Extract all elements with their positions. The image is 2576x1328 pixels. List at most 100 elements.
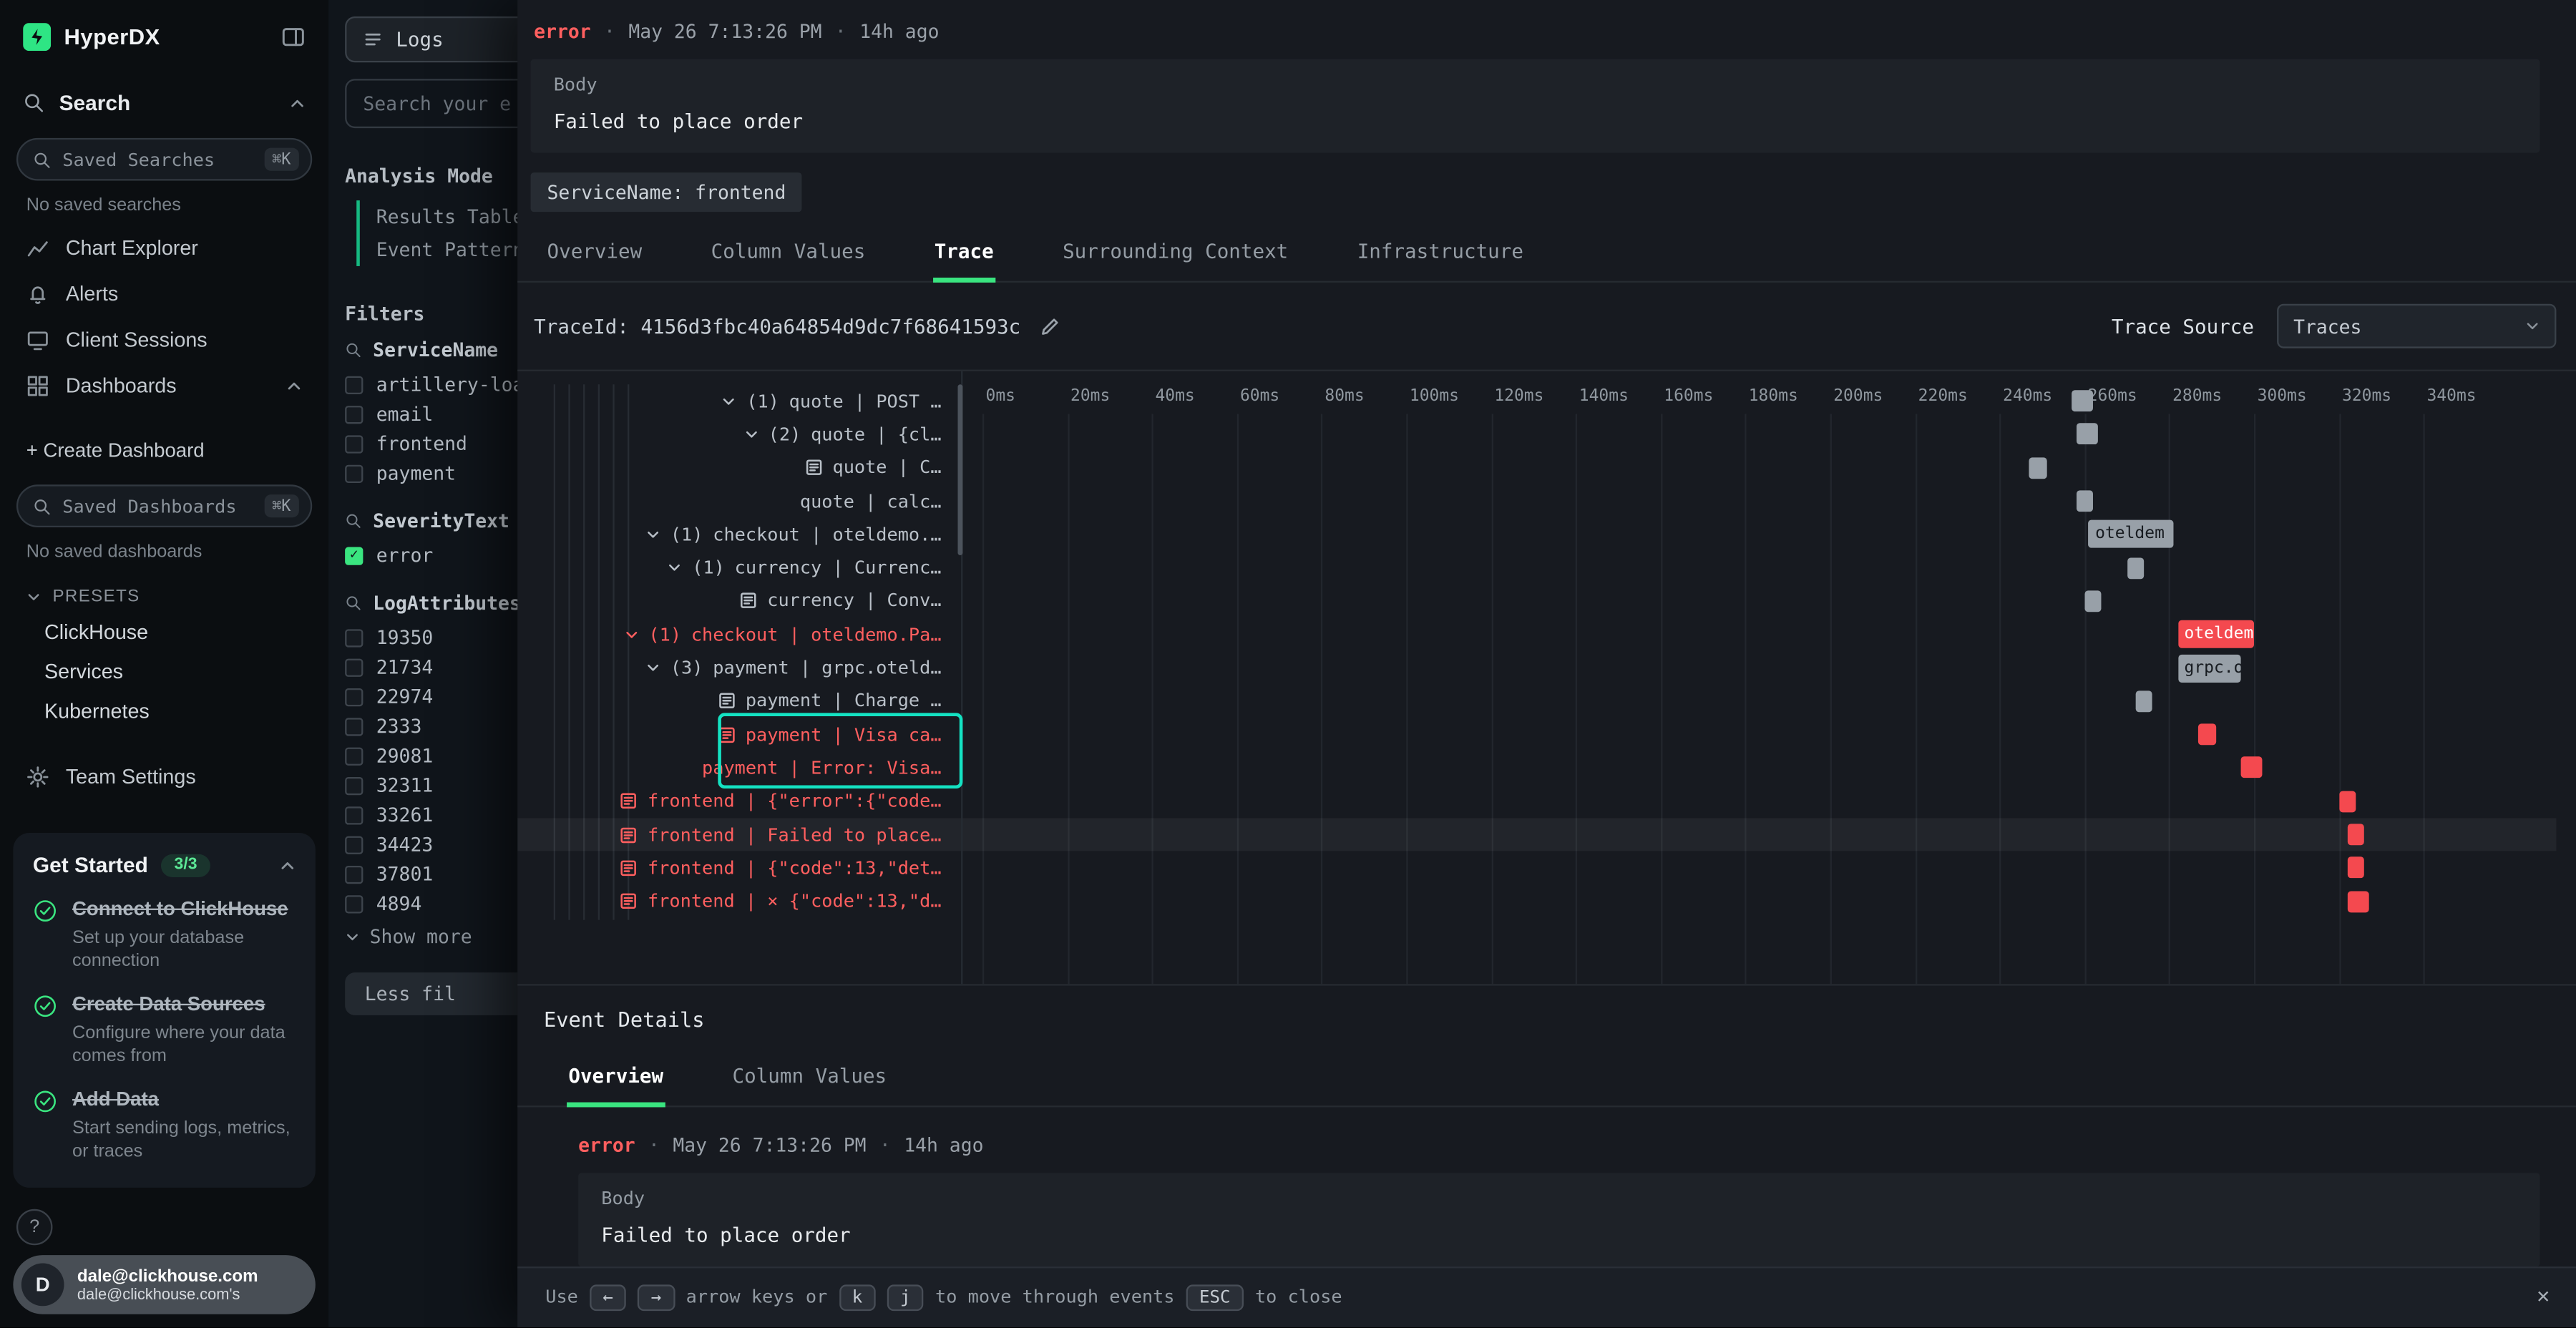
trace-row[interactable]: (3)payment | grpc.oteld… grpc.o bbox=[517, 651, 2556, 685]
checkbox[interactable] bbox=[345, 434, 363, 452]
tab-surrounding-context[interactable]: Surrounding Context bbox=[1061, 222, 1290, 283]
trace-row[interactable]: payment | Error: Visa… bbox=[517, 751, 2556, 785]
span-bar[interactable] bbox=[2338, 791, 2356, 812]
tab-overview[interactable]: Overview bbox=[545, 222, 643, 283]
checkbox[interactable] bbox=[345, 776, 363, 794]
trace-row[interactable]: (2)quote | {cl… bbox=[517, 418, 2556, 451]
footer-move-text: to move through events bbox=[935, 1287, 1175, 1309]
collapse-chevron-icon bbox=[645, 660, 660, 675]
event-details-tab-overview[interactable]: Overview bbox=[567, 1046, 665, 1107]
create-dashboard-button[interactable]: + Create Dashboard bbox=[0, 429, 328, 472]
span-label[interactable]: (3)payment | grpc.oteld… bbox=[517, 657, 961, 678]
span-bar[interactable]: oteldem bbox=[2177, 620, 2254, 648]
presets-toggle[interactable]: PRESETS bbox=[0, 572, 328, 612]
saved-searches-input[interactable]: Saved Searches ⌘K bbox=[16, 138, 312, 181]
close-icon[interactable]: ✕ bbox=[2537, 1286, 2550, 1310]
checkbox[interactable] bbox=[345, 376, 363, 394]
trace-row[interactable]: (1)checkout | oteldemo.Pa… oteldem bbox=[517, 617, 2556, 651]
span-bar[interactable] bbox=[2347, 824, 2364, 845]
span-bar[interactable] bbox=[2199, 724, 2216, 746]
trace-row[interactable]: frontend | {"error":{"code… bbox=[517, 784, 2556, 818]
trace-source-select[interactable]: Traces bbox=[2277, 304, 2556, 348]
checkbox[interactable] bbox=[345, 746, 363, 764]
sidebar-item-dashboards[interactable]: Dashboards bbox=[0, 363, 328, 409]
trace-row[interactable]: currency | Conv… bbox=[517, 585, 2556, 618]
sidebar-item-team-settings[interactable]: Team Settings bbox=[0, 754, 328, 800]
span-label[interactable]: (1)checkout | oteldemo.Pa… bbox=[517, 624, 961, 645]
span-label[interactable]: frontend | × {"code":13,"d… bbox=[517, 891, 961, 912]
checkbox[interactable]: ✓ bbox=[345, 546, 363, 564]
span-bar[interactable] bbox=[2347, 857, 2364, 879]
span-bar[interactable] bbox=[2084, 590, 2102, 612]
checkbox[interactable] bbox=[345, 894, 363, 912]
span-label[interactable]: quote | calc… bbox=[517, 490, 961, 512]
span-bar[interactable] bbox=[2029, 457, 2046, 479]
sidebar-item-alerts[interactable]: Alerts bbox=[0, 271, 328, 317]
help-button[interactable]: ? bbox=[16, 1209, 53, 1246]
span-label[interactable]: quote | C… bbox=[517, 457, 961, 479]
tab-column-values[interactable]: Column Values bbox=[709, 222, 867, 283]
sidebar-item-client-sessions[interactable]: Client Sessions bbox=[0, 317, 328, 363]
avatar: D bbox=[21, 1264, 64, 1307]
get-started-item[interactable]: Connect to ClickHouseSet up your databas… bbox=[33, 897, 296, 973]
span-label[interactable]: (2)quote | {cl… bbox=[517, 424, 961, 445]
checkbox[interactable] bbox=[345, 865, 363, 883]
search-section-header[interactable]: Search bbox=[0, 67, 328, 125]
trace-row[interactable]: (1)currency | Currenc… bbox=[517, 551, 2556, 585]
collapse-sidebar-icon[interactable] bbox=[281, 24, 306, 49]
sidebar-item-chart-explorer[interactable]: Chart Explorer bbox=[0, 225, 328, 271]
span-bar[interactable] bbox=[2135, 690, 2152, 712]
trace-row[interactable]: quote | calc… bbox=[517, 484, 2556, 518]
trace-row[interactable]: frontend | × {"code":13,"d… bbox=[517, 884, 2556, 918]
checkbox[interactable] bbox=[345, 717, 363, 735]
span-label[interactable]: (1)currency | Currenc… bbox=[517, 557, 961, 579]
get-started-item[interactable]: Create Data SourcesConfigure where your … bbox=[33, 992, 296, 1068]
checkbox[interactable] bbox=[345, 658, 363, 676]
span-label[interactable]: payment | Error: Visa… bbox=[517, 757, 961, 778]
checkbox[interactable] bbox=[345, 806, 363, 824]
span-bar[interactable] bbox=[2072, 391, 2093, 412]
span-label[interactable]: frontend | Failed to place… bbox=[517, 824, 961, 845]
checkbox[interactable] bbox=[345, 628, 363, 646]
tab-infrastructure[interactable]: Infrastructure bbox=[1355, 222, 1525, 283]
span-bar[interactable] bbox=[2127, 557, 2144, 579]
span-label[interactable]: frontend | {"error":{"code… bbox=[517, 791, 961, 812]
service-name-tag[interactable]: ServiceName: frontend bbox=[531, 172, 803, 212]
span-bar[interactable] bbox=[2076, 424, 2097, 445]
trace-row[interactable]: frontend | Failed to place… bbox=[517, 818, 2556, 851]
span-bar[interactable] bbox=[2347, 891, 2368, 912]
trace-row[interactable]: quote | C… bbox=[517, 451, 2556, 484]
get-started-item[interactable]: Add DataStart sending logs, metrics, or … bbox=[33, 1088, 296, 1164]
check-circle-icon bbox=[33, 994, 57, 1018]
span-label[interactable]: (1)checkout | oteldemo.… bbox=[517, 524, 961, 545]
saved-dashboards-input[interactable]: Saved Dashboards ⌘K bbox=[16, 484, 312, 527]
user-menu[interactable]: D dale@clickhouse.com dale@clickhouse.co… bbox=[13, 1255, 315, 1314]
checkbox[interactable] bbox=[345, 464, 363, 482]
span-label[interactable]: payment | Charge … bbox=[517, 690, 961, 712]
span-bar[interactable]: grpc.o bbox=[2177, 654, 2241, 682]
span-label[interactable]: frontend | {"code":13,"det… bbox=[517, 857, 961, 879]
checkbox[interactable] bbox=[345, 405, 363, 423]
checkbox[interactable] bbox=[345, 835, 363, 853]
span-label[interactable]: (1)quote | POST … bbox=[517, 391, 961, 412]
checkbox[interactable] bbox=[345, 688, 363, 706]
trace-row[interactable]: (1)quote | POST … bbox=[517, 384, 2556, 418]
preset-item-kubernetes[interactable]: Kubernetes bbox=[0, 692, 328, 731]
edit-icon[interactable] bbox=[1040, 316, 1060, 336]
preset-item-services[interactable]: Services bbox=[0, 652, 328, 691]
trace-row[interactable]: frontend | {"code":13,"det… bbox=[517, 851, 2556, 885]
span-label[interactable]: payment | Visa ca… bbox=[517, 724, 961, 746]
trace-row[interactable]: payment | Visa ca… bbox=[517, 718, 2556, 751]
tab-trace[interactable]: Trace bbox=[932, 222, 995, 283]
trace-row[interactable]: (1)checkout | oteldemo.… oteldem bbox=[517, 518, 2556, 552]
get-started-header[interactable]: Get Started 3/3 bbox=[33, 853, 296, 877]
tag-row: ServiceName: frontend bbox=[531, 172, 2540, 212]
trace-row[interactable]: payment | Charge … bbox=[517, 685, 2556, 718]
span-bar[interactable] bbox=[2076, 490, 2093, 512]
span-bar[interactable]: oteldem bbox=[2089, 520, 2173, 548]
event-details-tab-column-values[interactable]: Column Values bbox=[731, 1046, 888, 1107]
span-label[interactable]: currency | Conv… bbox=[517, 590, 961, 612]
span-bar[interactable] bbox=[2241, 757, 2263, 778]
preset-item-clickhouse[interactable]: ClickHouse bbox=[0, 612, 328, 652]
search-section-icon bbox=[23, 92, 44, 114]
